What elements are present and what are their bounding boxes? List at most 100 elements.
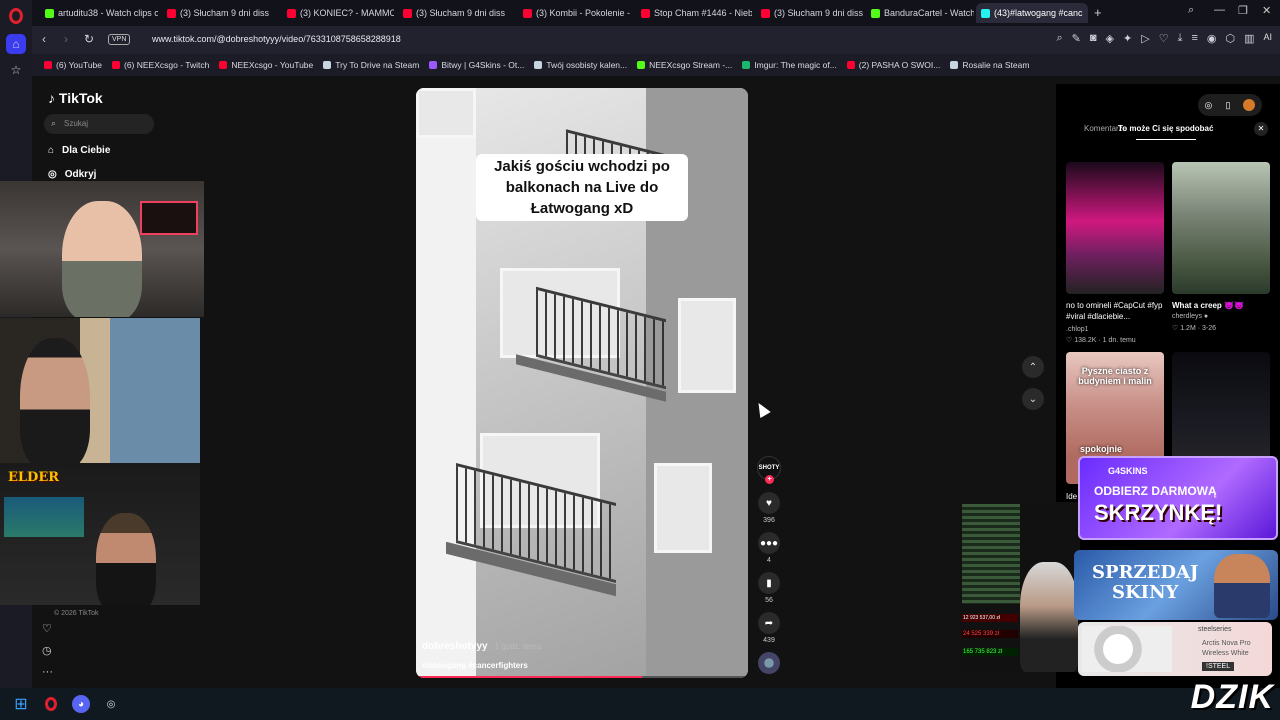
heart-icon[interactable]: ♡ — [1159, 32, 1169, 45]
bookmark[interactable]: Twój osobisty kalen... — [534, 60, 627, 70]
windows-start-icon[interactable]: ⊞ — [12, 695, 30, 713]
like-button[interactable]: ♥ — [758, 492, 780, 514]
suggested-video-thumb[interactable] — [1066, 162, 1164, 294]
save-button[interactable]: ▮ — [758, 572, 780, 594]
edit-icon[interactable]: ✎ — [1072, 32, 1081, 45]
g4skins-icon — [429, 61, 438, 69]
search-input[interactable]: ⌕ Szukaj — [44, 114, 154, 134]
ad-line: Arctis Nova Pro — [1202, 640, 1251, 647]
suggested-video-caption[interactable]: no to omineli #CapCut #fyp #viral #dlaci… — [1066, 300, 1166, 322]
zoom-icon[interactable]: ⌕ — [1056, 32, 1062, 45]
opera-logo-icon[interactable] — [9, 8, 23, 24]
video-author[interactable]: dobreshotyyy · 1 godz. temu — [422, 641, 541, 652]
screen: ⌂ ☆ artuditu38 - Watch clips o (3) Słuch… — [0, 0, 1280, 720]
tab[interactable]: (3) Słucham 9 dni diss — [398, 3, 514, 23]
cube-icon[interactable]: ⬡ — [1225, 32, 1235, 45]
g4skins-ad: G4SKINS ODBIERZ DARMOWĄ SKRZYNKĘ! — [1078, 456, 1278, 540]
bookmark-icon: ▮ — [766, 577, 772, 589]
tab[interactable]: (3) Kombii - Pokolenie - Yo — [518, 3, 632, 23]
kick-icon — [871, 8, 880, 18]
opera-taskbar-icon[interactable] — [42, 695, 60, 713]
tab-active[interactable]: (43)#latwogang #canc — [976, 3, 1088, 23]
bookmark[interactable]: (6) YouTube — [44, 60, 102, 70]
suggested-video-caption[interactable]: What a creep 😈😈 — [1172, 300, 1272, 311]
follow-icon[interactable]: + — [765, 475, 774, 484]
obs-icon[interactable]: ◎ — [102, 695, 120, 713]
tiktok-icon — [981, 8, 990, 18]
bookmark[interactable]: Bitwy | G4Skins - Ot... — [429, 60, 524, 70]
back-icon[interactable]: ‹ — [42, 32, 46, 46]
play-icon[interactable]: ▷ — [1141, 32, 1149, 45]
vpn-badge[interactable]: VPN — [108, 34, 131, 45]
profile-icon[interactable]: ◉ — [1207, 32, 1217, 45]
bookmark[interactable]: Rosalie na Steam — [950, 60, 1029, 70]
forward-icon[interactable]: › — [64, 32, 68, 46]
reload-icon[interactable]: ↻ — [84, 32, 94, 46]
shield-icon[interactable]: ◈ — [1106, 32, 1114, 45]
tab[interactable]: (3) Słucham 9 dni diss — [756, 3, 864, 23]
share-button[interactable]: ➦ — [758, 612, 780, 634]
ad-brand: steelseries — [1198, 626, 1232, 633]
more-icon[interactable]: ··· — [42, 666, 53, 678]
comment-button[interactable]: ●●● — [758, 532, 780, 554]
star-icon[interactable]: ☆ — [6, 60, 26, 80]
bookmark[interactable]: Try To Drive na Steam — [323, 60, 419, 70]
suggested-video-author[interactable]: cherdleys ● — [1172, 313, 1208, 320]
clock-icon[interactable]: ◷ — [42, 644, 52, 657]
search-tabs-icon[interactable]: ⌕ — [1188, 4, 1194, 17]
bookmark[interactable]: (6) NEEXcsgo - Twitch — [112, 60, 209, 70]
url-field[interactable]: www.tiktok.com/@dobreshotyyy/video/76331… — [152, 34, 401, 44]
download-icon[interactable]: ⤓ — [1178, 32, 1183, 45]
maximize-icon[interactable]: ❐ — [1238, 4, 1248, 17]
bookmark[interactable]: NEEXcsgo Stream -... — [637, 60, 732, 70]
new-tab-button[interactable]: + — [1094, 5, 1102, 20]
tab[interactable]: (3) Słucham 9 dni diss — [162, 3, 278, 23]
steam-icon — [323, 61, 332, 69]
tab[interactable]: artuditu38 - Watch clips o — [40, 3, 158, 23]
suggested-video-author[interactable]: .chlop1 — [1066, 326, 1089, 333]
bookmark[interactable]: NEEXcsgo - YouTube — [219, 60, 313, 70]
nav-for-you[interactable]: ⌂ Dla Ciebie — [48, 145, 110, 156]
close-panel-icon[interactable]: ✕ — [1254, 122, 1268, 136]
tab-suggestions[interactable]: To może Ci się spodobać — [1118, 124, 1213, 133]
dzik-logo: DZIK — [1190, 678, 1274, 716]
video-player[interactable]: Jakiś gościu wchodzi po balkonach na Liv… — [416, 88, 748, 678]
elder-logo: ELDER — [8, 470, 60, 485]
home-icon[interactable]: ⌂ — [6, 34, 26, 54]
tiktok-logo[interactable]: ♪ TikTok — [48, 90, 103, 106]
sidebar-icon[interactable]: ▥ — [1244, 32, 1254, 45]
next-video-button[interactable]: ⌄ — [1022, 388, 1044, 410]
ad-line: SKINY — [1112, 582, 1179, 603]
active-tab-indicator — [1136, 139, 1196, 140]
music-disc-icon[interactable] — [758, 652, 780, 674]
bookmark[interactable]: Imgur: The magic of... — [742, 60, 837, 70]
previous-video-button[interactable]: ⌃ — [1022, 356, 1044, 378]
minimize-icon[interactable]: — — [1214, 4, 1225, 16]
tab[interactable]: (3) KONIEC? - MAMMON — [282, 3, 394, 23]
heart-icon[interactable]: ♡ — [42, 622, 52, 635]
close-icon[interactable]: ✕ — [1262, 4, 1271, 17]
nav-explore[interactable]: ◎ Odkryj — [48, 169, 96, 180]
copyright: © 2026 TikTok — [54, 610, 99, 617]
avatar[interactable] — [1243, 99, 1256, 111]
extension-icon[interactable]: ✦ — [1123, 32, 1132, 45]
tab[interactable]: Stop Cham #1446 - Niebe — [636, 3, 752, 23]
menu-icon[interactable]: ≡ — [1191, 32, 1197, 45]
tab[interactable]: BanduraCartel - Watch th — [866, 3, 974, 23]
creator-avatar[interactable]: SHOTY + — [757, 456, 781, 484]
progress-fill — [416, 676, 642, 678]
tiktok-logo-text: TikTok — [58, 90, 103, 106]
suggested-video-thumb[interactable] — [1172, 162, 1270, 294]
thumb-overlay-text: spokojnie — [1080, 444, 1123, 454]
bookmark-label: NEEXcsgo - YouTube — [231, 60, 314, 70]
ai-button[interactable]: AI — [1263, 32, 1272, 45]
bookmark[interactable]: (2) PASHA O SWOI... — [846, 60, 940, 70]
steam-icon — [534, 61, 543, 69]
discord-icon[interactable]: ◕ — [72, 695, 90, 713]
phone-icon[interactable]: ▯ — [1225, 100, 1230, 111]
video-progress-bar[interactable] — [416, 676, 748, 678]
camera-icon[interactable]: ◙ — [1090, 32, 1097, 45]
compass-icon[interactable]: ◎ — [1205, 100, 1213, 111]
video-hashtags[interactable]: #latwogang #cancerfighters — [422, 661, 528, 670]
nav-label: Dla Ciebie — [62, 145, 111, 156]
